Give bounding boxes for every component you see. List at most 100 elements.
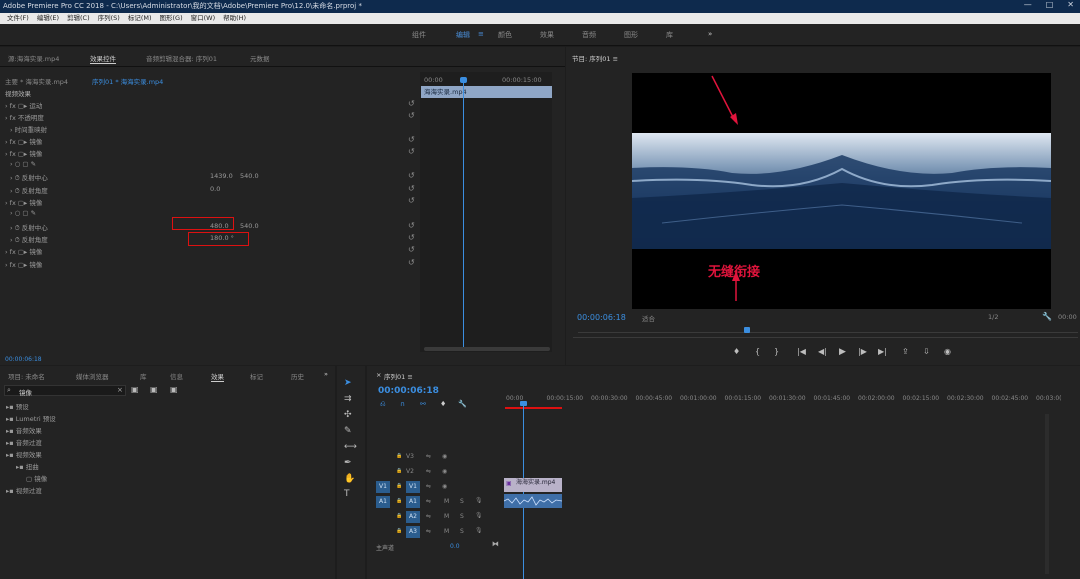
track-label[interactable]: V1 <box>406 481 420 493</box>
reset-icon[interactable]: ↺ <box>408 99 415 108</box>
resolution-dropdown[interactable]: 1/2 <box>988 313 998 321</box>
effect-row[interactable]: › ○ ▢ ✎ <box>10 160 36 172</box>
workspace-more-icon[interactable]: » <box>708 30 712 38</box>
reset-icon[interactable]: ↺ <box>408 196 415 205</box>
timeline-settings-icon[interactable]: 🔧 <box>458 400 467 408</box>
tab-libraries[interactable]: 库 <box>140 371 147 381</box>
reset-icon[interactable]: ↺ <box>408 245 415 254</box>
reset-icon[interactable]: ↺ <box>408 147 415 156</box>
track-label[interactable]: A2 <box>406 511 420 523</box>
solo-button[interactable]: S <box>460 513 464 520</box>
reset-icon[interactable]: ↺ <box>408 111 415 120</box>
mute-button[interactable]: M <box>444 528 449 535</box>
workspace-libraries[interactable]: 库 <box>666 30 673 40</box>
snap-icon[interactable]: ∩ <box>400 400 405 408</box>
hand-tool-icon[interactable]: ✋ <box>344 474 355 484</box>
effects-folder[interactable]: ▢ 镜像 <box>26 473 47 483</box>
timeline-playhead-handle[interactable] <box>520 401 527 406</box>
type-tool-icon[interactable]: T <box>344 489 350 499</box>
timeline-vertical-scrollbar[interactable] <box>1045 414 1049 574</box>
workspace-color[interactable]: 颜色 <box>498 30 512 40</box>
clear-search-icon[interactable]: × <box>117 386 123 394</box>
reset-icon[interactable]: ↺ <box>408 258 415 267</box>
mark-in-icon[interactable]: { <box>755 347 760 356</box>
program-scrub-bar[interactable] <box>578 332 1078 333</box>
step-forward-icon[interactable]: |▶ <box>858 347 867 356</box>
voiceover-icon[interactable]: 🎙 <box>475 512 483 519</box>
close-button[interactable]: ✕ <box>1067 0 1074 13</box>
sync-lock-icon[interactable]: ⇋ <box>426 498 431 505</box>
effects-folder[interactable]: ▸▪ 音频效果 <box>6 425 42 435</box>
effect-row[interactable]: › 时间重映射 <box>10 124 47 136</box>
workspace-assembly[interactable]: 组件 <box>412 30 426 40</box>
menu-edit[interactable]: 编辑(E) <box>33 13 63 24</box>
effects-folder[interactable]: ▸▪ 预设 <box>6 401 29 411</box>
workspace-editing[interactable]: 编辑 <box>456 30 470 40</box>
track-label[interactable]: V2 <box>406 468 414 475</box>
mini-timeline-scrollbar[interactable] <box>424 347 550 351</box>
effect-value-2[interactable]: 540.0 <box>240 172 259 184</box>
effect-row[interactable]: › ⏱ 反射中心 <box>10 222 48 234</box>
insert-sequence-icon[interactable]: ⎌ <box>380 400 386 409</box>
tab-source[interactable]: 源:海海实录.mp4 <box>8 53 59 63</box>
fit-dropdown[interactable]: 适合 <box>642 313 655 323</box>
track-lock-icon[interactable]: 🔒 <box>396 513 402 519</box>
track-lock-icon[interactable]: 🔒 <box>396 528 402 534</box>
solo-button[interactable]: S <box>460 528 464 535</box>
maximize-button[interactable]: □ <box>1046 0 1054 13</box>
effect-row[interactable]: › fx ▢▸ 运动 <box>5 100 42 112</box>
timeline-close-icon[interactable]: × <box>376 371 381 379</box>
menu-markers[interactable]: 标记(M) <box>124 13 156 24</box>
timeline-tab[interactable]: 序列01 ≡ <box>384 371 413 381</box>
yuv-effects-icon[interactable]: ▣ <box>170 385 178 394</box>
eye-icon[interactable]: ◉ <box>442 453 447 460</box>
master-volume[interactable]: 0.0 <box>450 543 460 550</box>
effect-row[interactable]: › ⏱ 反射中心 <box>10 172 48 184</box>
track-select-tool-icon[interactable]: ⇉ <box>344 394 352 404</box>
go-to-in-icon[interactable]: |◀ <box>797 347 806 356</box>
reset-icon[interactable]: ↺ <box>408 135 415 144</box>
effect-value-1[interactable]: 1439.0 <box>210 172 233 184</box>
menu-window[interactable]: 窗口(W) <box>187 13 220 24</box>
program-timecode[interactable]: 00:00:06:18 <box>577 313 626 322</box>
tab-markers[interactable]: 标记 <box>250 371 263 381</box>
source-patch[interactable]: V1 <box>376 481 390 493</box>
program-playhead[interactable] <box>744 327 750 333</box>
track-label[interactable]: V3 <box>406 453 414 460</box>
linked-selection-icon[interactable]: ⚯ <box>420 400 426 408</box>
tab-effect-controls[interactable]: 效果控件 <box>90 53 116 64</box>
wrench-icon[interactable]: 🔧 <box>1042 312 1052 321</box>
go-to-out-icon[interactable]: ▶| <box>878 347 887 356</box>
workspace-menu-icon[interactable]: ≡ <box>478 30 484 38</box>
effect-row[interactable]: › fx 不透明度 <box>5 112 44 124</box>
mini-playhead-handle[interactable] <box>460 77 467 83</box>
workspace-effects[interactable]: 效果 <box>540 30 554 40</box>
razor-tool-icon[interactable]: ✎ <box>344 426 352 436</box>
tab-metadata[interactable]: 元数据 <box>250 53 270 63</box>
eye-icon[interactable]: ◉ <box>442 468 447 475</box>
video-clip[interactable]: 海海实录.mp4 <box>504 478 562 492</box>
effect-row[interactable]: › ⏱ 反射角度 <box>10 234 48 246</box>
panel-more-icon[interactable]: » <box>324 370 328 378</box>
effect-timecode[interactable]: 00:00:06:18 <box>5 356 42 363</box>
voiceover-icon[interactable]: 🎙 <box>475 527 483 534</box>
accelerated-effects-icon[interactable]: ▣ <box>131 385 139 394</box>
effects-folder[interactable]: ▸▪ 视频效果 <box>6 449 42 459</box>
reset-icon[interactable]: ↺ <box>408 233 415 242</box>
effect-row[interactable]: › fx ▢▸ 镜像 <box>5 136 42 148</box>
sync-lock-icon[interactable]: ⇋ <box>426 513 431 520</box>
minimize-button[interactable]: — <box>1024 0 1032 13</box>
source-patch[interactable]: A1 <box>376 496 390 508</box>
slip-tool-icon[interactable]: ⟷ <box>344 442 357 452</box>
effects-folder[interactable]: ▸▪ 音频过渡 <box>6 437 42 447</box>
tab-history[interactable]: 历史 <box>291 371 304 381</box>
voiceover-icon[interactable]: 🎙 <box>475 497 483 504</box>
step-back-icon[interactable]: ◀| <box>818 347 827 356</box>
effects-folder[interactable]: ▸▪ 视频过渡 <box>6 485 42 495</box>
32bit-effects-icon[interactable]: ▣ <box>150 385 158 394</box>
tab-audio-mixer[interactable]: 音频剪辑混合器: 序列01 <box>146 53 217 63</box>
sequence-clip-label[interactable]: 序列01 * 海海实录.mp4 <box>92 76 163 86</box>
menu-sequence[interactable]: 序列(S) <box>94 13 124 24</box>
effect-value-1[interactable]: 0.0 <box>210 185 220 197</box>
menu-graphics[interactable]: 图形(G) <box>156 13 187 24</box>
